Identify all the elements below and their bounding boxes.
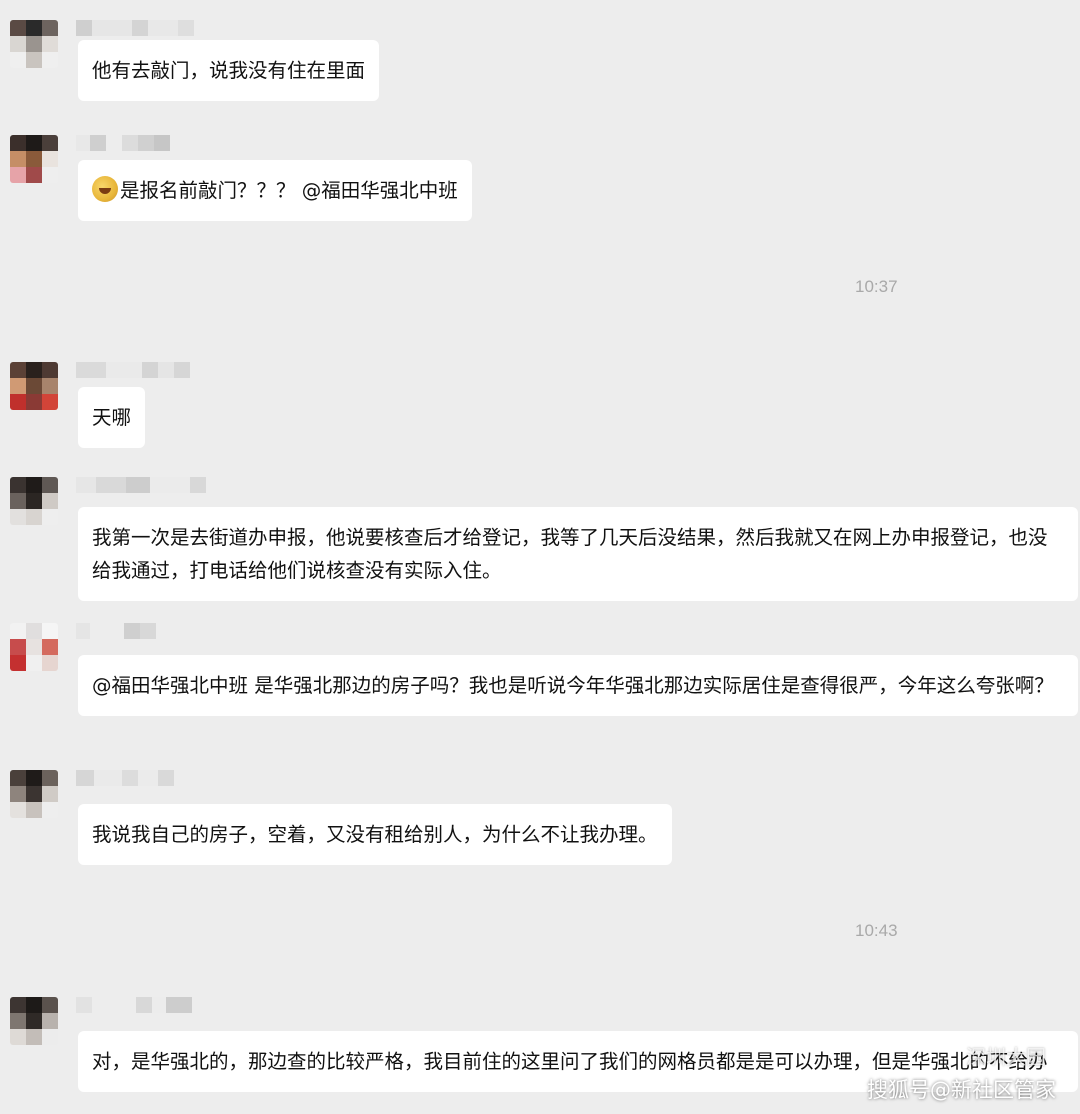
watermark-faint: 深圳大园 xyxy=(966,1045,1046,1069)
timestamp: 10:43 xyxy=(855,921,898,940)
chat-area[interactable]: 他有去敲门，说我没有住在里面 是报名前敲门？？？ @福田华强北中班 10:37 … xyxy=(0,0,1080,1114)
message-bubble[interactable]: 是报名前敲门？？？ @福田华强北中班 xyxy=(78,160,472,221)
sender-name-blurred xyxy=(76,997,192,1013)
message-bubble[interactable]: 天哪 xyxy=(78,387,146,448)
sender-name-blurred xyxy=(76,770,174,786)
watermark: 搜狐号@新社区管家 xyxy=(867,1078,1056,1102)
avatar[interactable] xyxy=(10,770,58,818)
sender-name-blurred xyxy=(76,362,190,378)
avatar[interactable] xyxy=(10,623,58,671)
sender-name-blurred xyxy=(76,477,206,493)
message-bubble[interactable]: 我第一次是去街道办申报，他说要核查后才给登记，我等了几天后没结果，然后我就又在网… xyxy=(78,507,1078,601)
message-bubble[interactable]: 我说我自己的房子，空着，又没有租给别人，为什么不让我办理。 xyxy=(78,804,672,865)
avatar[interactable] xyxy=(10,135,58,183)
sender-name-blurred xyxy=(76,20,194,36)
avatar[interactable] xyxy=(10,362,58,410)
sender-name-blurred xyxy=(76,135,170,151)
timestamp: 10:37 xyxy=(855,277,898,296)
message-bubble[interactable]: 他有去敲门，说我没有住在里面 xyxy=(78,40,380,101)
laughing-crying-face-icon xyxy=(92,176,118,202)
avatar[interactable] xyxy=(10,477,58,525)
message-bubble[interactable]: @福田华强北中班 是华强北那边的房子吗？我也是听说今年华强北那边实际居住是查得很… xyxy=(78,655,1078,716)
message-text: 是报名前敲门？？？ @福田华强北中班 xyxy=(120,179,458,202)
sender-name-blurred xyxy=(76,623,156,639)
avatar[interactable] xyxy=(10,20,58,68)
avatar[interactable] xyxy=(10,997,58,1045)
